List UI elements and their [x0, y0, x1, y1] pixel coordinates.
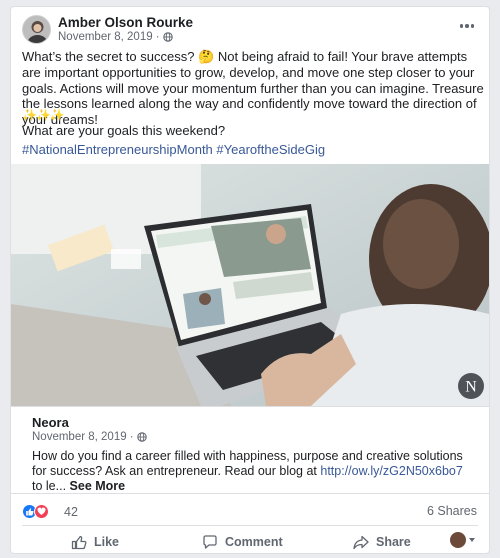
post-text: What’s the secret to success? 🤔 Not bein… [22, 49, 484, 128]
love-reaction-icon [34, 504, 49, 519]
globe-icon [162, 32, 173, 42]
author-avatar[interactable] [22, 15, 51, 44]
hashtag-link[interactable]: #YearoftheSideGig [216, 142, 325, 157]
blog-link[interactable]: http://ow.ly/zG2N50x6bo7 [320, 464, 462, 478]
shares-count[interactable]: 6 Shares [427, 504, 477, 518]
post-meta: November 8, 2019 · [58, 31, 173, 43]
hashtag-link[interactable]: #NationalEntrepreneurshipMonth [22, 142, 213, 157]
share-arrow-icon [353, 535, 369, 550]
post-question: What are your goals this weekend? [22, 123, 226, 138]
reaction-count: 42 [64, 504, 78, 519]
like-label: Like [94, 535, 120, 549]
reactions-summary[interactable]: 42 [22, 504, 78, 519]
link-preview[interactable]: Neora November 8, 2019 · How do you find… [11, 406, 489, 494]
preview-title[interactable]: Neora [32, 415, 69, 430]
like-button[interactable]: Like [71, 531, 119, 553]
comment-button[interactable]: Comment [202, 531, 283, 553]
post-image[interactable]: N [11, 164, 489, 406]
share-button[interactable]: Share [353, 531, 411, 553]
preview-description: How do you find a career filled with hap… [32, 449, 472, 494]
share-label: Share [376, 535, 411, 549]
post-date[interactable]: November 8, 2019 · [58, 31, 160, 43]
more-options-icon[interactable] [457, 19, 477, 33]
see-more-link[interactable]: See More [70, 479, 126, 493]
author-name[interactable]: Amber Olson Rourke [58, 15, 193, 30]
comment-icon [203, 535, 217, 549]
post-card: Amber Olson Rourke November 8, 2019 · Wh… [10, 6, 490, 554]
hashtags: #NationalEntrepreneurshipMonth #Yearofth… [22, 142, 325, 157]
preview-date[interactable]: November 8, 2019 · [32, 431, 134, 443]
react-as-selector[interactable] [450, 532, 475, 548]
sparkles-emoji: ✨✨✨ [22, 108, 65, 122]
globe-icon [136, 432, 147, 442]
laptop-photo: N [11, 164, 489, 406]
chevron-down-icon [469, 538, 475, 542]
preview-meta: November 8, 2019 · [32, 431, 147, 443]
action-divider [22, 525, 478, 526]
neora-logo: N [465, 379, 477, 396]
comment-label: Comment [225, 535, 283, 549]
preview-ellipsis: to le... [32, 479, 70, 493]
profile-avatar [450, 532, 466, 548]
thumbs-up-icon [71, 535, 87, 550]
